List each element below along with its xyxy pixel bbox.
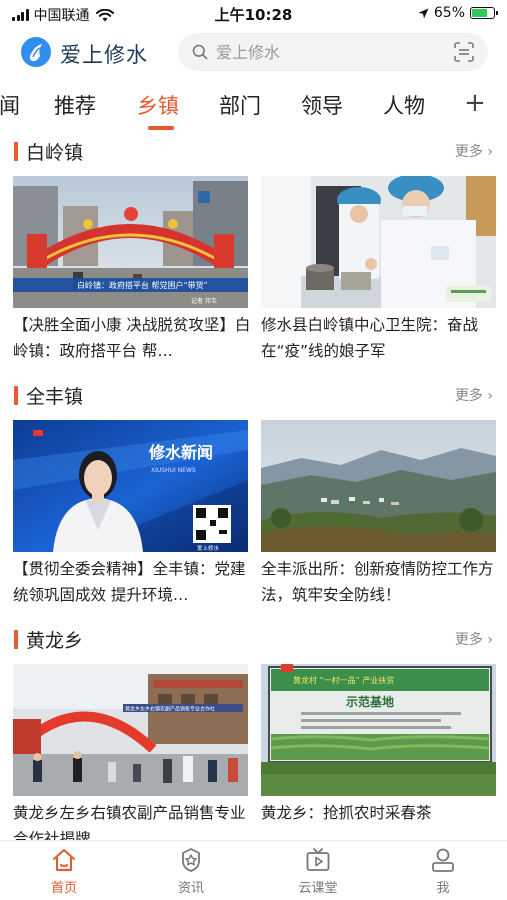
tab-recommend[interactable]: 推荐: [54, 90, 96, 120]
thumbnail-caption: 白岭镇：政府搭平台 帮党困户“带货”: [77, 280, 208, 290]
section-header-bailing: 白岭镇 更多 ›: [0, 137, 507, 165]
status-bar: 中国联通 上午10:28 65%: [0, 0, 507, 28]
news-thumbnail: [261, 176, 496, 308]
news-thumbnail: 修水新闻 XIUSHUI NEWS 爱上修水: [13, 420, 248, 552]
news-thumbnail: [261, 420, 496, 552]
app-title: 爱上修水: [60, 43, 148, 67]
nav-label: 我: [436, 881, 450, 896]
tv-play-icon: [306, 848, 330, 871]
tab-leaders[interactable]: 领导: [301, 90, 343, 120]
news-thumbnail: 白岭镇：政府搭平台 帮党困户“带货” 记者 邓韦: [13, 176, 248, 308]
nav-home[interactable]: 首页: [24, 847, 104, 896]
battery-icon: [470, 7, 498, 19]
app-logo-icon: [21, 37, 51, 67]
section-title: 全丰镇: [26, 386, 84, 408]
nav-me[interactable]: 我: [403, 847, 483, 896]
nav-label: 资讯: [177, 881, 204, 896]
nav-news[interactable]: 资讯: [151, 847, 231, 896]
thumbnail-banner: 黄龙村 “一村一品” 产业扶贫: [293, 675, 394, 685]
app-screen: 中国联通 上午10:28 65% 爱上修水 爱上修水 闻 推荐 乡镇 部门 领导…: [0, 0, 507, 900]
section-accent-bar: [14, 142, 18, 161]
news-title: 【贯彻全委会精神】全丰镇：党建统领巩固成效 提升环境…: [13, 560, 246, 604]
section-accent-bar: [14, 386, 18, 405]
thumbnail-tag: 爱上修水: [197, 544, 220, 552]
add-channel-button[interactable]: +: [464, 88, 486, 118]
channel-tabs: 闻 推荐 乡镇 部门 领导 人物 +: [0, 84, 507, 130]
thumbnail-subcaption: XIUSHUI NEWS: [151, 467, 196, 474]
more-link[interactable]: 更多 ›: [455, 385, 493, 405]
person-icon: [432, 848, 454, 872]
home-icon: [53, 849, 75, 871]
search-bar[interactable]: [178, 33, 488, 71]
search-input[interactable]: [216, 38, 426, 66]
tab-people[interactable]: 人物: [383, 90, 425, 120]
news-title: 修水县白岭镇中心卫生院：奋战在“疫”线的娘子军: [261, 316, 479, 360]
news-thumbnail: 黄龙村 “一村一品” 产业扶贫 示范基地: [261, 664, 496, 796]
news-thumbnail: 黄龙乡左乡右镇农副产品销售专业合作社: [13, 664, 248, 796]
nav-cloud-class[interactable]: 云课堂: [278, 847, 358, 896]
section-header-quanfeng: 全丰镇 更多 ›: [0, 381, 507, 409]
thumbnail-caption: 黄龙乡左乡右镇农副产品销售专业合作社: [125, 706, 215, 713]
bottom-navigation: 首页 资讯 云课堂 我: [0, 840, 507, 900]
active-tab-underline: [148, 126, 174, 130]
section-title: 白岭镇: [26, 142, 84, 164]
nav-label: 首页: [50, 881, 77, 896]
news-title: 【决胜全面小康 决战脱贫攻坚】白岭镇：政府搭平台 帮…: [13, 316, 251, 360]
scan-icon[interactable]: [454, 42, 474, 62]
news-badge-icon: [182, 848, 200, 872]
location-arrow-icon: [418, 8, 429, 18]
battery-level-fill: [472, 9, 487, 17]
nav-label: 云课堂: [298, 881, 338, 896]
thumbnail-caption: 示范基地: [345, 694, 394, 709]
search-icon: [192, 44, 208, 60]
section-accent-bar: [14, 630, 18, 649]
status-right: 65%: [418, 5, 498, 21]
section-title: 黄龙乡: [26, 630, 84, 652]
thumbnail-caption: 修水新闻: [148, 443, 213, 462]
battery-percent: 65%: [433, 5, 465, 21]
tab-news[interactable]: 闻: [0, 90, 20, 120]
tab-towns[interactable]: 乡镇: [137, 90, 179, 120]
thumbnail-reporter: 记者 邓韦: [191, 297, 217, 305]
tab-departments[interactable]: 部门: [219, 90, 261, 120]
more-link[interactable]: 更多 ›: [455, 141, 493, 161]
more-link[interactable]: 更多 ›: [455, 629, 493, 649]
news-title: 全丰派出所：创新疫情防控工作方法，筑牢安全防线！: [261, 560, 494, 604]
app-header: 爱上修水: [0, 30, 507, 76]
section-header-huanglong: 黄龙乡 更多 ›: [0, 625, 507, 653]
